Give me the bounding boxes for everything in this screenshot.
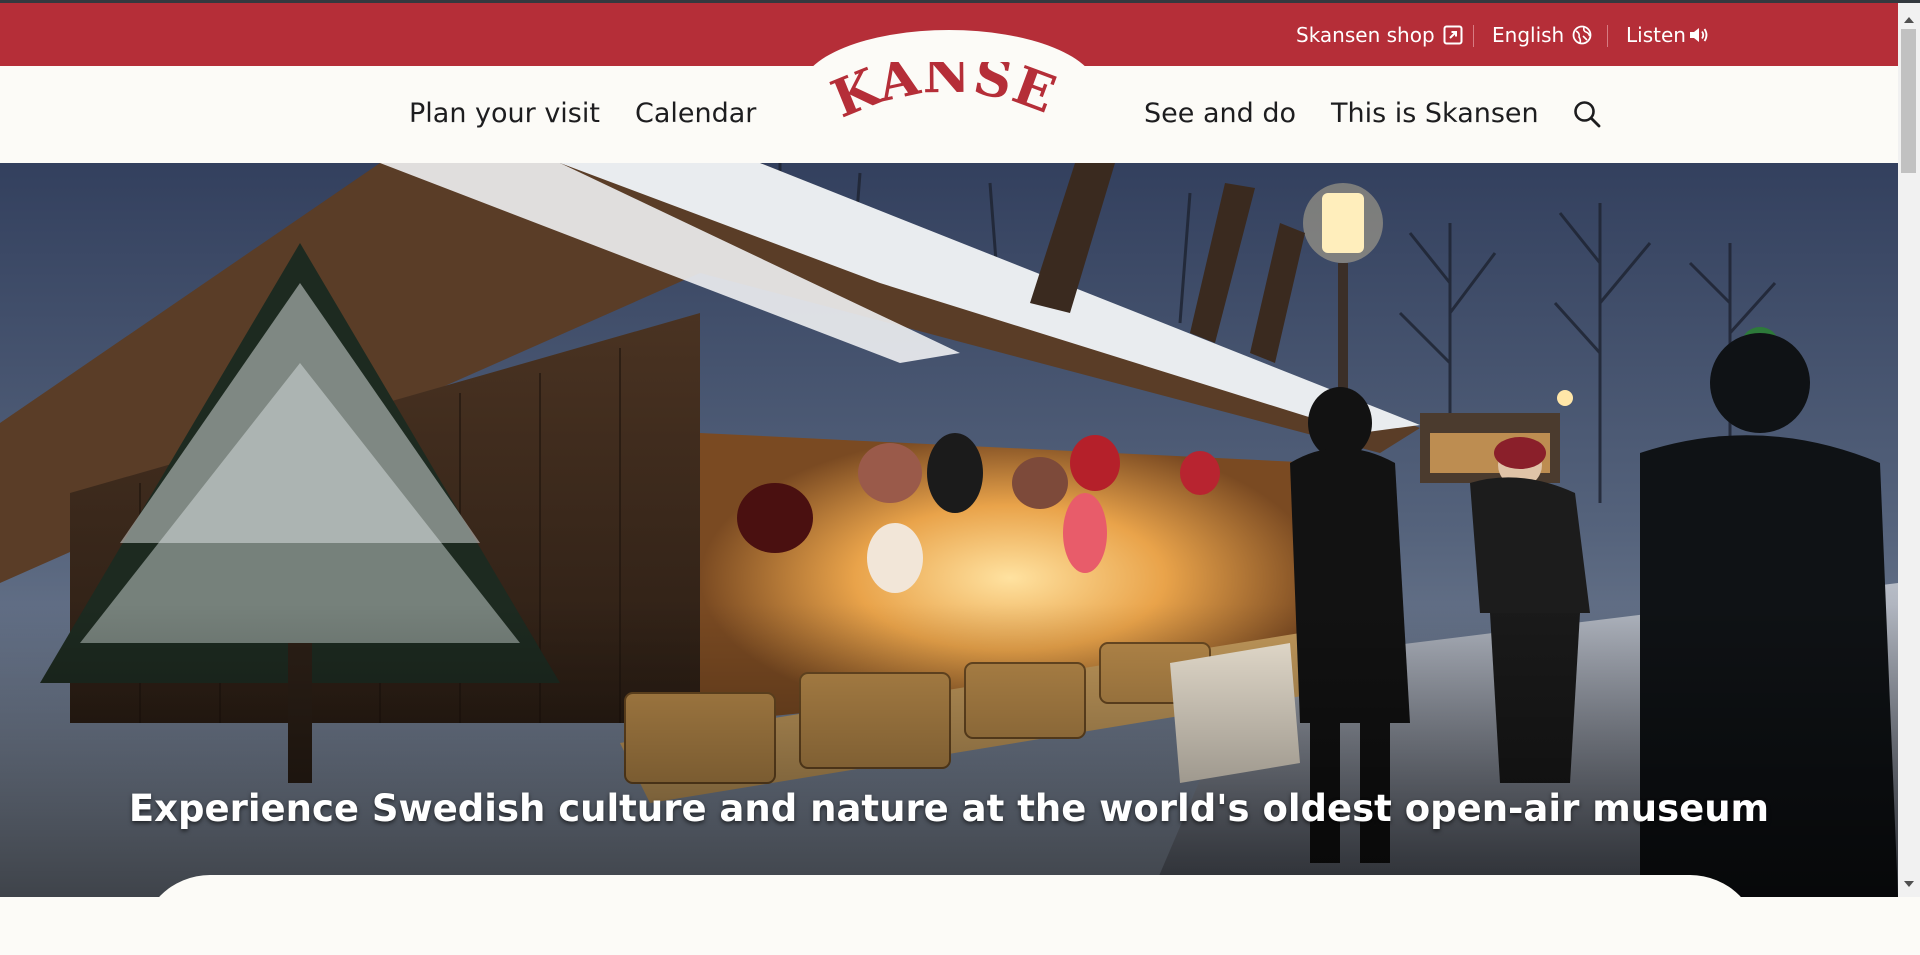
scrollbar-thumb[interactable]	[1901, 29, 1916, 173]
speaker-icon	[1689, 27, 1708, 42]
nav-see-and-do[interactable]: See and do	[1144, 97, 1296, 131]
language-label: English	[1492, 22, 1565, 47]
logo-text: SKANSEN	[826, 62, 1063, 130]
svg-text:SKANSEN: SKANSEN	[826, 62, 1064, 130]
skansen-shop-label: Skansen shop	[1296, 22, 1435, 47]
language-selector[interactable]: English	[1492, 3, 1592, 66]
scroll-up-arrow-icon[interactable]	[1904, 17, 1914, 23]
globe-icon	[1572, 25, 1592, 44]
utility-divider	[1607, 25, 1608, 47]
nav-this-is-skansen[interactable]: This is Skansen	[1331, 97, 1539, 131]
search-icon[interactable]	[1573, 100, 1601, 128]
skansen-logo[interactable]: SKANSEN	[826, 62, 1072, 136]
content-panel-top	[140, 875, 1760, 955]
page-scrollbar[interactable]	[1898, 3, 1920, 897]
external-link-icon	[1443, 25, 1463, 44]
utility-divider	[1473, 25, 1474, 47]
listen-label: Listen	[1626, 22, 1686, 47]
nav-calendar[interactable]: Calendar	[635, 97, 756, 131]
scroll-down-arrow-icon[interactable]	[1904, 881, 1914, 887]
nav-plan-your-visit[interactable]: Plan your visit	[409, 97, 600, 131]
hero-headline: Experience Swedish culture and nature at…	[128, 787, 1770, 830]
skansen-shop-link[interactable]: Skansen shop	[1296, 3, 1463, 66]
listen-button[interactable]: Listen	[1626, 3, 1710, 66]
